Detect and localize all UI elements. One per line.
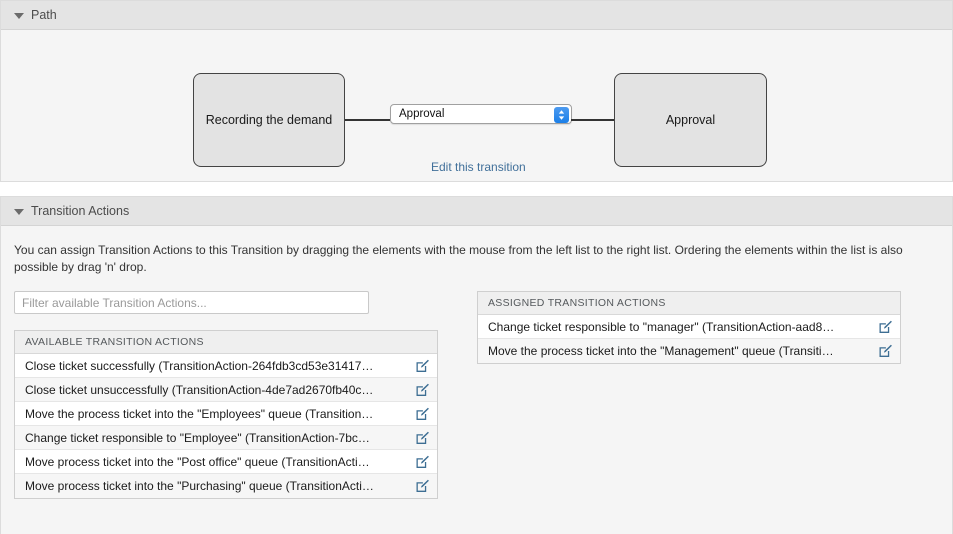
path-widget: Path Recording the demand Approval Appro… xyxy=(0,0,953,182)
available-transition-action-row[interactable]: Change ticket responsible to "Employee" … xyxy=(15,426,437,450)
select-stepper-icon[interactable] xyxy=(554,107,569,123)
assigned-transition-actions-list: ASSIGNED TRANSITION ACTIONS Change ticke… xyxy=(477,291,901,364)
edit-icon[interactable] xyxy=(415,479,429,493)
assigned-transition-action-row[interactable]: Move the process ticket into the "Manage… xyxy=(478,339,900,363)
activity-box-start[interactable]: Recording the demand xyxy=(193,73,345,167)
transition-actions-widget-header[interactable]: Transition Actions xyxy=(1,196,952,226)
transition-action-label: Move the process ticket into the "Employ… xyxy=(25,407,409,421)
page-root: Path Recording the demand Approval Appro… xyxy=(0,0,953,534)
available-transition-action-row[interactable]: Move the process ticket into the "Employ… xyxy=(15,402,437,426)
activity-start-label: Recording the demand xyxy=(206,113,332,127)
chevron-down-icon[interactable] xyxy=(14,209,24,215)
transition-select[interactable]: Approval xyxy=(390,104,572,124)
edit-icon[interactable] xyxy=(878,344,892,358)
available-transition-action-row[interactable]: Move process ticket into the "Post offic… xyxy=(15,450,437,474)
available-transition-actions-list: AVAILABLE TRANSITION ACTIONS Close ticke… xyxy=(14,330,438,499)
path-widget-header[interactable]: Path xyxy=(1,0,952,30)
available-transition-action-row[interactable]: Close ticket successfully (TransitionAct… xyxy=(15,354,437,378)
connector-line-right xyxy=(571,119,614,121)
edit-transition-link[interactable]: Edit this transition xyxy=(431,160,526,174)
transition-actions-columns: AVAILABLE TRANSITION ACTIONS Close ticke… xyxy=(14,291,939,534)
transition-action-label: Change ticket responsible to "Employee" … xyxy=(25,431,409,445)
transition-actions-widget: Transition Actions You can assign Transi… xyxy=(0,196,953,534)
assigned-transition-action-row[interactable]: Change ticket responsible to "manager" (… xyxy=(478,315,900,339)
path-widget-title: Path xyxy=(31,8,57,22)
transition-actions-widget-title: Transition Actions xyxy=(31,204,129,218)
transition-action-label: Close ticket unsuccessfully (TransitionA… xyxy=(25,383,409,397)
assigned-list-rows: Change ticket responsible to "manager" (… xyxy=(478,315,900,363)
edit-icon[interactable] xyxy=(415,455,429,469)
transition-actions-body: You can assign Transition Actions to thi… xyxy=(1,226,952,534)
filter-available-transition-actions-input[interactable] xyxy=(14,291,369,314)
edit-icon[interactable] xyxy=(415,383,429,397)
connector-line-left xyxy=(345,119,390,121)
path-diagram: Recording the demand Approval Approval E… xyxy=(1,30,952,181)
available-list-rows: Close ticket successfully (TransitionAct… xyxy=(15,354,437,498)
edit-icon[interactable] xyxy=(415,407,429,421)
transition-action-label: Move process ticket into the "Purchasing… xyxy=(25,479,409,493)
available-transition-action-row[interactable]: Move process ticket into the "Purchasing… xyxy=(15,474,437,498)
activity-end-label: Approval xyxy=(666,113,715,127)
activity-box-end[interactable]: Approval xyxy=(614,73,767,167)
edit-icon[interactable] xyxy=(878,320,892,334)
edit-icon[interactable] xyxy=(415,431,429,445)
edit-icon[interactable] xyxy=(415,359,429,373)
assigned-list-header: ASSIGNED TRANSITION ACTIONS xyxy=(478,292,900,315)
transition-action-label: Move the process ticket into the "Manage… xyxy=(488,344,872,358)
transition-action-label: Change ticket responsible to "manager" (… xyxy=(488,320,872,334)
available-transition-action-row[interactable]: Close ticket unsuccessfully (TransitionA… xyxy=(15,378,437,402)
transition-select-value: Approval xyxy=(399,108,444,120)
transition-action-label: Move process ticket into the "Post offic… xyxy=(25,455,409,469)
transition-action-label: Close ticket successfully (TransitionAct… xyxy=(25,359,409,373)
transition-actions-description: You can assign Transition Actions to thi… xyxy=(14,226,920,276)
chevron-down-icon[interactable] xyxy=(14,13,24,19)
available-list-header: AVAILABLE TRANSITION ACTIONS xyxy=(15,331,437,354)
